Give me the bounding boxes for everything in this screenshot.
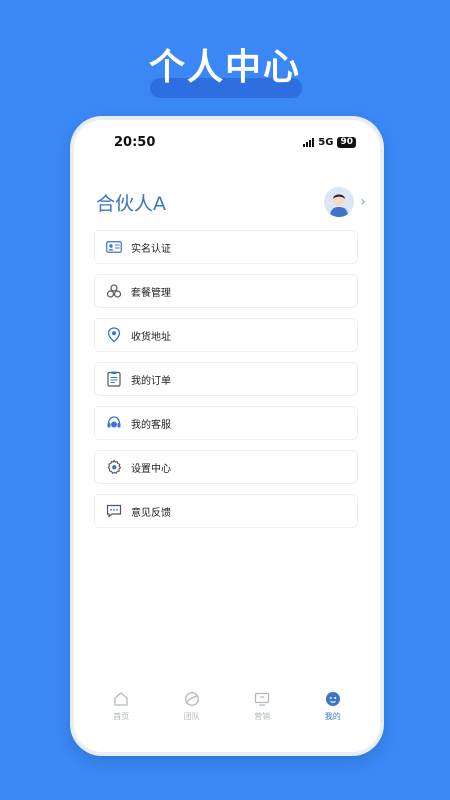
tab-team[interactable]: 团队 bbox=[164, 690, 220, 726]
menu-label: 设置中心 bbox=[131, 463, 171, 475]
order-list-icon bbox=[105, 370, 123, 388]
profile-header[interactable]: 合伙人A › bbox=[96, 184, 366, 220]
feedback-icon bbox=[105, 502, 123, 520]
tab-label: 我的 bbox=[324, 712, 341, 721]
menu-item-package[interactable]: 套餐管理 bbox=[94, 274, 358, 308]
menu-item-address[interactable]: 收货地址 bbox=[94, 318, 358, 352]
menu-label: 我的订单 bbox=[131, 375, 171, 387]
status-time: 20:50 bbox=[114, 134, 156, 150]
menu-item-orders[interactable]: 我的订单 bbox=[94, 362, 358, 396]
location-pin-icon bbox=[105, 326, 123, 344]
profile-menu: 实名认证 套餐管理 收货地址 我的订单 我的客服 设置中心 意见反馈 bbox=[94, 230, 358, 538]
home-icon bbox=[112, 690, 130, 708]
avatar[interactable] bbox=[324, 187, 355, 217]
profile-name: 合伙人A bbox=[96, 192, 166, 215]
tab-mine[interactable]: 我的 bbox=[305, 690, 361, 726]
headset-icon bbox=[105, 414, 123, 432]
menu-label: 套餐管理 bbox=[131, 287, 171, 299]
profile-icon bbox=[324, 690, 342, 708]
marketing-icon bbox=[253, 690, 271, 708]
menu-label: 意见反馈 bbox=[131, 507, 171, 519]
menu-label: 收货地址 bbox=[131, 331, 171, 343]
tab-home[interactable]: 首页 bbox=[93, 690, 149, 726]
bottom-tab-bar: 首页 团队 营销 我的 bbox=[74, 690, 380, 726]
tab-marketing[interactable]: 营销 bbox=[234, 690, 290, 726]
tab-label: 首页 bbox=[113, 712, 130, 721]
chevron-right-icon[interactable]: › bbox=[360, 194, 366, 210]
status-indicators: 5G 90 bbox=[303, 136, 356, 148]
tab-label: 团队 bbox=[183, 712, 200, 721]
id-card-icon bbox=[105, 238, 123, 256]
gear-icon bbox=[105, 458, 123, 476]
menu-label: 我的客服 bbox=[131, 419, 171, 431]
promo-title: 个人中心 bbox=[148, 47, 301, 88]
package-icon bbox=[105, 282, 123, 300]
team-icon bbox=[183, 690, 201, 708]
battery-icon: 90 bbox=[337, 136, 356, 148]
signal-icon bbox=[303, 137, 315, 147]
phone-frame: 20:50 5G 90 合伙人A › 实名认证 套餐管理 收货地址 我的订单 我… bbox=[74, 120, 380, 752]
tab-label: 营销 bbox=[254, 712, 271, 721]
promo-headline: 个人中心 bbox=[0, 40, 450, 100]
menu-item-settings[interactable]: 设置中心 bbox=[94, 450, 358, 484]
menu-item-feedback[interactable]: 意见反馈 bbox=[94, 494, 358, 528]
network-type: 5G bbox=[318, 136, 334, 148]
menu-label: 实名认证 bbox=[131, 243, 171, 255]
status-bar: 20:50 5G 90 bbox=[74, 132, 380, 152]
menu-item-real-name[interactable]: 实名认证 bbox=[94, 230, 358, 264]
menu-item-support[interactable]: 我的客服 bbox=[94, 406, 358, 440]
